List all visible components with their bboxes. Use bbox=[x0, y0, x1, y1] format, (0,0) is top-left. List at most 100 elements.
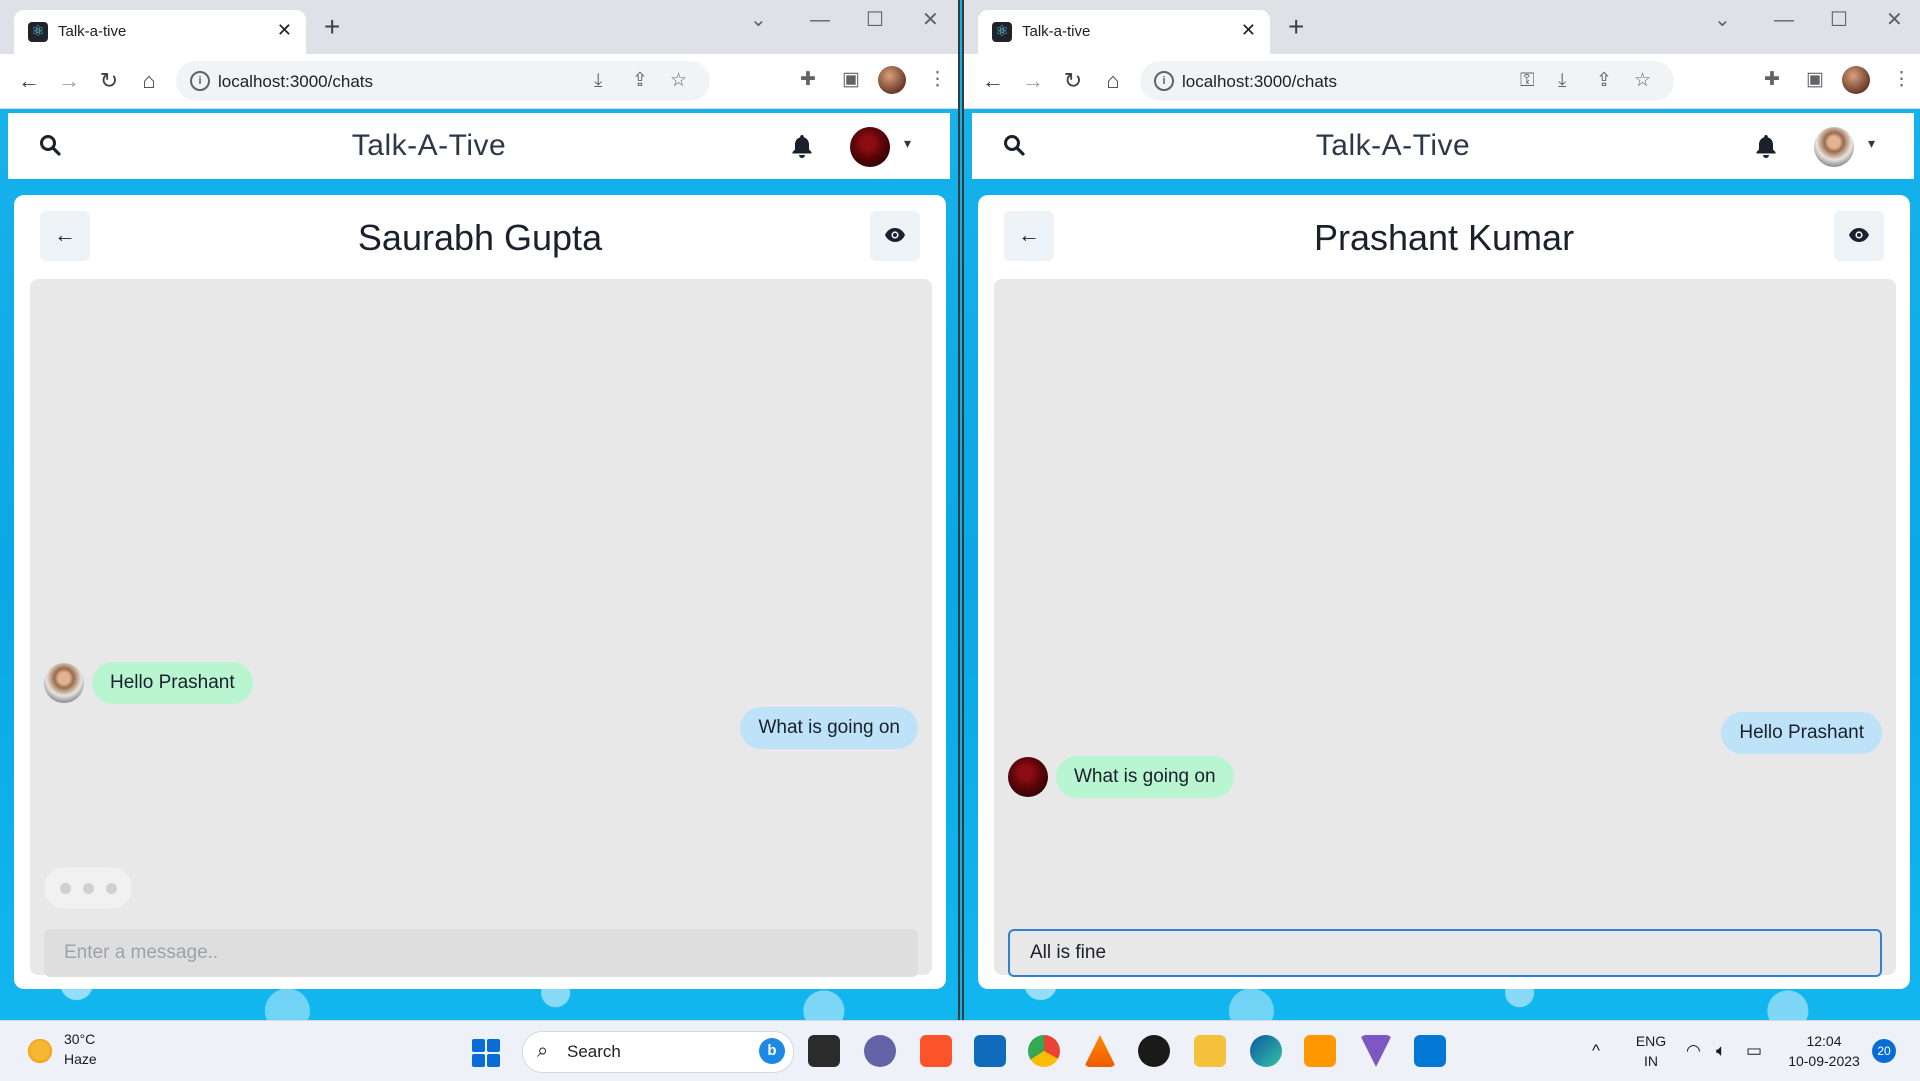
browser-tab[interactable]: ⚛ Talk-a-tive ✕ bbox=[14, 10, 306, 54]
start-button-windows-icon[interactable] bbox=[472, 1039, 500, 1067]
vpn-icon[interactable] bbox=[1360, 1035, 1392, 1067]
app-title: Talk-A-Tive bbox=[1315, 129, 1471, 162]
site-info-icon[interactable]: i bbox=[1154, 71, 1174, 91]
file-explorer-icon[interactable] bbox=[1194, 1035, 1226, 1067]
profile-avatar[interactable] bbox=[1842, 66, 1870, 94]
minimize-button[interactable]: — bbox=[1774, 8, 1794, 32]
extensions-puzzle-icon[interactable]: ✚ bbox=[1764, 68, 1780, 92]
typing-dot bbox=[83, 883, 94, 894]
new-tab-button[interactable]: + bbox=[324, 12, 340, 42]
window-close-button[interactable]: ✕ bbox=[922, 8, 939, 32]
bing-icon[interactable]: b bbox=[759, 1038, 785, 1064]
messages-area: Hello Prashant What is going on All is f… bbox=[994, 279, 1896, 977]
minimize-button[interactable]: — bbox=[810, 8, 830, 32]
bookmark-star-icon[interactable]: ☆ bbox=[670, 69, 687, 93]
forward-arrow-icon[interactable]: → bbox=[1018, 66, 1048, 96]
url-text: localhost:3000/chats bbox=[218, 72, 373, 91]
new-tab-button[interactable]: + bbox=[1288, 12, 1304, 42]
search-icon: ⌕ bbox=[537, 1040, 549, 1062]
bell-icon[interactable] bbox=[790, 133, 814, 159]
clock-date[interactable]: 10-09-2023 bbox=[1782, 1053, 1866, 1069]
user-avatar[interactable] bbox=[850, 127, 890, 167]
volume-icon[interactable]: 🔈︎ bbox=[1716, 1041, 1726, 1061]
browser-toolbar: ← → ↻ ⌂ i localhost:3000/chats ☆ ⇪ ⤓ ✚ ▣… bbox=[0, 54, 958, 109]
react-favicon-icon: ⚛ bbox=[28, 22, 48, 42]
chrome-icon[interactable] bbox=[1028, 1035, 1060, 1067]
reload-icon[interactable]: ↻ bbox=[94, 66, 124, 96]
typing-dot bbox=[106, 883, 117, 894]
back-arrow-icon[interactable]: ← bbox=[978, 66, 1008, 96]
app-header: Talk-A-Tive ▾ bbox=[8, 113, 950, 179]
show-hidden-icons-chevron-icon[interactable]: ^ bbox=[1592, 1041, 1600, 1061]
dell-icon[interactable] bbox=[1138, 1035, 1170, 1067]
tab-search-chevron-icon[interactable]: ⌄ bbox=[750, 8, 767, 32]
maximize-button[interactable]: ☐ bbox=[866, 8, 884, 32]
bell-icon[interactable] bbox=[1754, 133, 1778, 159]
chevron-down-icon[interactable]: ▾ bbox=[904, 135, 911, 152]
address-bar[interactable]: i localhost:3000/chats ☆ ⇪ ⤓ ⚿ bbox=[1140, 61, 1674, 101]
edge-browser-icon[interactable] bbox=[1250, 1035, 1282, 1067]
eye-icon bbox=[885, 228, 905, 242]
sublime-text-icon[interactable] bbox=[1304, 1035, 1336, 1067]
browser-tab[interactable]: ⚛ Talk-a-tive ✕ bbox=[978, 10, 1270, 54]
address-bar[interactable]: i localhost:3000/chats ☆ ⇪ ⤓ bbox=[176, 61, 710, 101]
battery-icon[interactable]: ▭ bbox=[1746, 1041, 1762, 1061]
menu-kebab-icon[interactable]: ⋮ bbox=[1892, 68, 1911, 92]
view-profile-button[interactable] bbox=[1834, 211, 1884, 261]
weather-temperature[interactable]: 30°C bbox=[64, 1031, 95, 1047]
teams-chat-icon[interactable] bbox=[864, 1035, 896, 1067]
mail-icon[interactable] bbox=[974, 1035, 1006, 1067]
home-icon[interactable]: ⌂ bbox=[1098, 66, 1128, 96]
task-view-icon[interactable] bbox=[808, 1035, 840, 1067]
forward-arrow-icon[interactable]: → bbox=[54, 66, 84, 96]
install-icon[interactable]: ⤓ bbox=[594, 69, 602, 93]
chevron-down-icon[interactable]: ▾ bbox=[1868, 135, 1875, 152]
browser-toolbar: ← → ↻ ⌂ i localhost:3000/chats ☆ ⇪ ⤓ ⚿ ✚… bbox=[964, 54, 1920, 109]
site-info-icon[interactable]: i bbox=[190, 71, 210, 91]
taskbar-search-box[interactable]: ⌕ Search b bbox=[522, 1031, 794, 1073]
share-icon[interactable]: ⇪ bbox=[1596, 69, 1612, 93]
vlc-icon[interactable] bbox=[1084, 1035, 1116, 1067]
extensions-puzzle-icon[interactable]: ✚ bbox=[800, 68, 816, 92]
weather-sun-icon[interactable] bbox=[26, 1037, 54, 1065]
weather-condition[interactable]: Haze bbox=[64, 1051, 97, 1067]
tab-title: Talk-a-tive bbox=[58, 23, 127, 40]
vscode-icon[interactable] bbox=[1414, 1035, 1446, 1067]
back-arrow-icon[interactable]: ← bbox=[14, 66, 44, 96]
tab-strip: ⚛ Talk-a-tive ✕ + ⌄ — ☐ ✕ bbox=[964, 0, 1920, 54]
app-page: Talk-A-Tive ▾ ← Saurabh Gupta Hello Pras… bbox=[0, 109, 958, 1020]
brave-browser-icon[interactable] bbox=[920, 1035, 952, 1067]
menu-kebab-icon[interactable]: ⋮ bbox=[928, 68, 947, 92]
notification-badge[interactable]: 20 bbox=[1872, 1039, 1896, 1063]
tab-close-icon[interactable]: ✕ bbox=[277, 20, 292, 40]
window-close-button[interactable]: ✕ bbox=[1886, 8, 1903, 32]
app-page: Talk-A-Tive ▾ ← Prashant Kumar Hello Pra… bbox=[964, 109, 1920, 1020]
reload-icon[interactable]: ↻ bbox=[1058, 66, 1088, 96]
tab-search-chevron-icon[interactable]: ⌄ bbox=[1714, 8, 1731, 32]
home-icon[interactable]: ⌂ bbox=[134, 66, 164, 96]
language-indicator[interactable]: ENG bbox=[1632, 1033, 1670, 1049]
message-input[interactable]: Enter a message.. bbox=[44, 929, 918, 977]
message-input[interactable]: All is fine bbox=[1008, 929, 1882, 977]
tab-title: Talk-a-tive bbox=[1022, 23, 1091, 40]
install-icon[interactable]: ⤓ bbox=[1558, 69, 1566, 93]
user-avatar[interactable] bbox=[1814, 127, 1854, 167]
share-icon[interactable]: ⇪ bbox=[632, 69, 648, 93]
tab-close-icon[interactable]: ✕ bbox=[1241, 20, 1256, 40]
maximize-button[interactable]: ☐ bbox=[1830, 8, 1848, 32]
region-indicator[interactable]: IN bbox=[1632, 1053, 1670, 1069]
side-panel-icon[interactable]: ▣ bbox=[842, 68, 860, 92]
app-header: Talk-A-Tive ▾ bbox=[972, 113, 1914, 179]
sender-avatar bbox=[44, 663, 84, 703]
side-panel-icon[interactable]: ▣ bbox=[1806, 68, 1824, 92]
taskbar-search-label: Search bbox=[567, 1042, 621, 1061]
clock-time[interactable]: 12:04 bbox=[1782, 1033, 1866, 1049]
tab-strip: ⚛ Talk-a-tive ✕ + ⌄ — ☐ ✕ bbox=[0, 0, 958, 54]
bookmark-star-icon[interactable]: ☆ bbox=[1634, 69, 1651, 93]
password-key-icon[interactable]: ⚿ bbox=[1520, 69, 1534, 93]
profile-avatar[interactable] bbox=[878, 66, 906, 94]
view-profile-button[interactable] bbox=[870, 211, 920, 261]
react-favicon-icon: ⚛ bbox=[992, 22, 1012, 42]
wifi-icon[interactable]: ◠ bbox=[1686, 1041, 1701, 1061]
eye-icon bbox=[1849, 228, 1869, 242]
